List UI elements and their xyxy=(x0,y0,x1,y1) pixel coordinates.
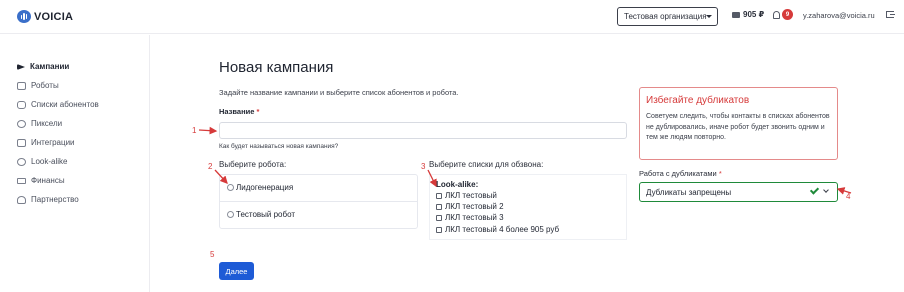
checkbox[interactable] xyxy=(436,214,442,221)
money-icon xyxy=(17,177,26,184)
divider xyxy=(219,201,418,202)
sidebar-item-label: Пиксели xyxy=(31,119,63,128)
list-option-3[interactable]: ЛКЛ тестовый 3 xyxy=(436,213,504,222)
list-option-label: ЛКЛ тестовый 3 xyxy=(445,213,504,222)
megaphone-icon xyxy=(17,63,25,70)
organization-name: Тестовая организация xyxy=(624,12,707,21)
database-icon xyxy=(17,100,26,109)
caret-down-icon xyxy=(706,15,712,18)
radio-button[interactable] xyxy=(227,211,234,218)
sidebar-item-campaigns[interactable]: Кампании xyxy=(17,62,69,71)
robot-icon xyxy=(17,81,26,90)
list-option-label: ЛКЛ тестовый 2 xyxy=(445,202,504,211)
annotation-number: 2 xyxy=(208,162,213,171)
logo[interactable]: VOICIA xyxy=(17,10,73,23)
required-mark: * xyxy=(256,107,260,116)
plug-icon xyxy=(17,138,26,147)
robot-select-label: Выберите робота: xyxy=(219,160,287,169)
globe-icon xyxy=(17,119,26,128)
sidebar-item-integrations[interactable]: Интеграции xyxy=(17,138,75,147)
sidebar-item-label: Роботы xyxy=(31,81,59,90)
sidebar-item-label: Партнерство xyxy=(31,195,79,204)
lookalike-icon xyxy=(17,157,26,166)
top-bar: VOICIA Тестовая организация 905 ₽ 9 y.za… xyxy=(0,0,904,34)
campaign-name-label: Название * xyxy=(219,107,259,116)
annotation-arrow xyxy=(198,126,218,135)
voicia-logo-icon xyxy=(17,10,31,23)
list-option-2[interactable]: ЛКЛ тестовый 2 xyxy=(436,202,504,211)
logo-text: VOICIA xyxy=(34,10,74,23)
lookalike-group-title: Look-alike: xyxy=(436,180,479,189)
sidebar-item-pixels[interactable]: Пиксели xyxy=(17,119,62,128)
logout-icon[interactable] xyxy=(886,11,895,18)
page-subtitle: Задайте название кампании и выберите спи… xyxy=(219,88,459,97)
robot-option-test[interactable]: Тестовый робот xyxy=(227,210,295,219)
checkbox[interactable] xyxy=(436,203,442,210)
notification-badge: 9 xyxy=(782,9,793,20)
sidebar-item-lists[interactable]: Списки абонентов xyxy=(17,100,99,109)
duplicates-alert-text: Советуем следить, чтобы контакты в списк… xyxy=(646,113,830,141)
required-mark: * xyxy=(718,169,722,178)
annotation-number: 1 xyxy=(192,126,197,135)
campaign-name-hint: Как будет называться новая кампания? xyxy=(219,143,339,150)
annotation-number: 3 xyxy=(421,162,426,171)
sidebar-item-label: Look-alike xyxy=(31,157,68,166)
duplicates-select-value: Дубликаты запрещены xyxy=(646,188,732,197)
radio-button[interactable] xyxy=(227,184,234,191)
campaign-name-input[interactable] xyxy=(219,122,627,139)
bell-icon xyxy=(773,10,780,19)
user-email[interactable]: y.zaharova@voicia.ru xyxy=(803,11,875,20)
list-option-4[interactable]: ЛКЛ тестовый 4 более 905 руб xyxy=(436,225,559,234)
organization-select[interactable]: Тестовая организация xyxy=(617,7,718,26)
notifications[interactable]: 9 xyxy=(773,9,793,20)
sidebar-item-robots[interactable]: Роботы xyxy=(17,81,59,90)
robot-option-label: Тестовый робот xyxy=(236,210,296,219)
sidebar-item-lookalike[interactable]: Look-alike xyxy=(17,157,67,166)
wallet-icon xyxy=(732,11,740,18)
partners-icon xyxy=(17,195,26,204)
annotation-number: 4 xyxy=(846,192,851,201)
duplicates-select-label-text: Работа с дубликатами xyxy=(639,169,717,178)
balance-amount: 905 ₽ xyxy=(743,10,765,19)
lists-select-label: Выберите списки для обзвона: xyxy=(429,160,544,169)
robot-option-label: Лидогенерация xyxy=(236,183,294,192)
duplicates-select-label: Работа с дубликатами * xyxy=(639,169,722,178)
campaign-name-label-text: Название xyxy=(219,107,255,116)
sidebar-item-label: Кампании xyxy=(30,62,70,71)
sidebar-item-label: Списки абонентов xyxy=(31,100,99,109)
checkbox[interactable] xyxy=(436,226,442,233)
duplicates-alert-title: Избегайте дубликатов xyxy=(646,95,750,106)
sidebar-item-label: Финансы xyxy=(31,176,65,185)
list-option-label: ЛКЛ тестовый 4 более 905 руб xyxy=(445,225,560,234)
robot-option-leadgen[interactable]: Лидогенерация xyxy=(227,183,293,192)
next-button[interactable]: Далее xyxy=(219,262,254,280)
annotation-number: 5 xyxy=(210,250,215,259)
page-title: Новая кампания xyxy=(219,59,334,76)
balance[interactable]: 905 ₽ xyxy=(732,10,764,19)
list-option-label: ЛКЛ тестовый xyxy=(445,191,497,200)
sidebar-item-partnership[interactable]: Партнерство xyxy=(17,195,79,204)
checkbox[interactable] xyxy=(436,192,442,199)
list-option-1[interactable]: ЛКЛ тестовый xyxy=(436,191,497,200)
sidebar-item-finance[interactable]: Финансы xyxy=(17,176,65,185)
sidebar-item-label: Интеграции xyxy=(31,138,75,147)
